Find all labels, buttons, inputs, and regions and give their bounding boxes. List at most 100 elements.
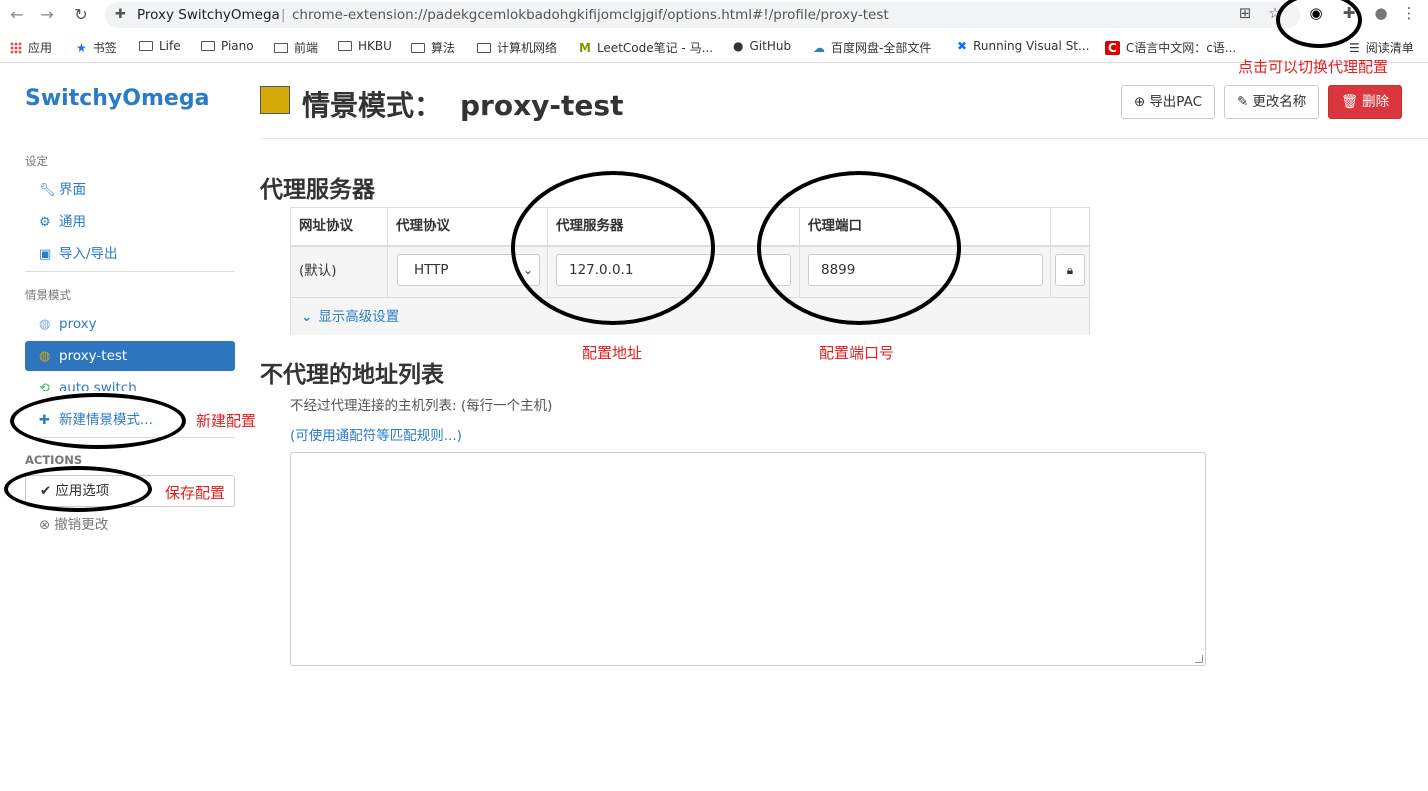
sidebar-item-auto-switch[interactable]: ⟲ auto switch: [25, 373, 235, 391]
bookmark-label: HKBU: [358, 39, 392, 53]
server-input[interactable]: 127.0.0.1: [556, 254, 791, 286]
floppy-icon: ▣: [39, 247, 52, 262]
header-divider: [260, 138, 1428, 139]
bookmark-item[interactable]: ★ 书签: [76, 39, 117, 56]
bookmark-item[interactable]: ✖ Running Visual St...: [957, 39, 1089, 53]
scheme-cell: (默认): [291, 245, 388, 297]
annotation-new-config: 新建配置: [196, 412, 257, 430]
show-advanced-link[interactable]: ⌄ 显示高级设置: [291, 297, 1089, 335]
translate-icon[interactable]: ⊞: [1234, 4, 1256, 22]
annotation-server-port: 配置端口号: [819, 344, 895, 362]
wildcard-rules-link[interactable]: (可使用通配符等匹配规则...): [290, 424, 462, 444]
bookmark-item[interactable]: C C语言中文网：c语...: [1105, 39, 1236, 56]
bookmark-item[interactable]: ☁ 百度网盘-全部文件: [813, 39, 931, 56]
reload-icon[interactable]: ↻: [71, 5, 91, 24]
star-icon[interactable]: ☆: [1264, 4, 1286, 22]
download-icon: ⊕: [1134, 94, 1146, 110]
column-header: 代理协议: [388, 208, 548, 245]
trash-icon: 🗑︎: [1341, 94, 1359, 110]
bookmark-label: 书签: [92, 41, 117, 55]
export-pac-button[interactable]: ⊕ 导出PAC: [1121, 85, 1216, 119]
bookmarks-divider: [0, 62, 1428, 63]
url-text: chrome-extension://padekgcemlokbadohgkif…: [292, 7, 889, 23]
sidebar-item-proxy-test[interactable]: ◍ proxy-test: [25, 341, 235, 371]
proxy-servers-title: 代理服务器: [260, 177, 375, 203]
baidu-pan-icon: ☁: [813, 41, 825, 55]
folder-icon: [477, 43, 491, 53]
delete-button[interactable]: 🗑︎ 删除: [1328, 85, 1403, 119]
delete-label: 删除: [1362, 94, 1390, 110]
bookmarks-bar: 应用 ★ 书签 Life Piano 前端 HKBU 算法 计算机网络 M Leet…: [0, 34, 1428, 60]
puzzle-icon: ✚: [115, 7, 126, 22]
brand-logo[interactable]: SwitchyOmega: [25, 86, 209, 111]
sidebar-item-ui[interactable]: 🔧︎ 界面: [25, 175, 235, 205]
bookmark-label: 应用: [28, 41, 53, 55]
sidebar-item-label: 通用: [59, 214, 86, 230]
rename-button[interactable]: ✎ 更改名称: [1224, 85, 1320, 119]
sidebar-item-proxy[interactable]: ◍ proxy: [25, 309, 235, 339]
address-bar[interactable]: ✚ Proxy SwitchyOmega | chrome-extension:…: [105, 2, 1300, 28]
folder-icon: [201, 41, 215, 51]
bookmark-item[interactable]: M LeetCode笔记 - 马...: [579, 39, 713, 56]
bookmark-folder[interactable]: 前端: [274, 39, 318, 56]
bookmark-folder[interactable]: 计算机网络: [477, 39, 557, 56]
reading-list[interactable]: ☰ 阅读清单: [1349, 39, 1414, 56]
switchyomega-icon[interactable]: ◉: [1305, 4, 1327, 22]
browser-toolbar: ← → ↻ ✚ Proxy SwitchyOmega | chrome-exte…: [0, 0, 1428, 30]
bookmark-label: 计算机网络: [497, 41, 558, 55]
profile-color-swatch[interactable]: [260, 86, 290, 114]
sidebar-divider: [25, 271, 235, 272]
apply-label: 应用选项: [55, 483, 110, 499]
protocol-select[interactable]: HTTP ⌄: [397, 254, 540, 286]
lock-button[interactable]: 🔒︎: [1055, 254, 1085, 286]
title-prefix: 情景模式：: [302, 89, 443, 122]
resize-handle[interactable]: [1195, 655, 1203, 663]
bookmark-item[interactable]: ● GitHub: [733, 39, 791, 53]
bypass-list-textarea[interactable]: [290, 452, 1206, 666]
folder-icon: [338, 41, 352, 51]
sidebar-item-label: auto switch: [59, 380, 137, 391]
page-title: 情景模式： proxy-test: [302, 84, 623, 124]
bookmark-folder[interactable]: 算法: [411, 39, 455, 56]
chevron-down-icon: ⌄: [301, 309, 313, 325]
vscode-icon: ✖: [957, 39, 968, 53]
bookmark-folder[interactable]: Piano: [201, 39, 254, 53]
url-separator: |: [281, 7, 286, 23]
forward-icon[interactable]: →: [37, 5, 57, 24]
bookmark-label: Piano: [221, 39, 254, 53]
bookmark-apps[interactable]: 应用: [10, 39, 52, 56]
back-icon[interactable]: ←: [7, 5, 27, 24]
bookmark-label: 百度网盘-全部文件: [831, 41, 932, 55]
sidebar-item-label: 界面: [59, 182, 86, 198]
sidebar-item-label: proxy-test: [59, 348, 128, 364]
leetcode-icon: M: [579, 41, 591, 55]
reading-list-icon: ☰: [1349, 41, 1360, 55]
annotation-server-addr: 配置地址: [582, 344, 643, 362]
sidebar-item-import-export[interactable]: ▣ 导入/导出: [25, 239, 235, 269]
wrench-icon: 🔧︎: [39, 183, 56, 198]
menu-icon[interactable]: ⋮: [1398, 4, 1420, 22]
extensions-icon[interactable]: ✚: [1338, 4, 1360, 22]
port-input[interactable]: 8899: [808, 254, 1043, 286]
discard-changes-button[interactable]: ⊗ 撤销更改: [39, 513, 108, 533]
profile-icon[interactable]: ●: [1370, 4, 1392, 22]
bookmark-label: C语言中文网：c语...: [1125, 41, 1237, 55]
bookmark-label: LeetCode笔记 - 马...: [596, 41, 714, 55]
sidebar-item-general[interactable]: ⚙ 通用: [25, 207, 235, 237]
bookmark-folder[interactable]: Life: [139, 39, 181, 53]
check-circle-icon: ✔: [40, 483, 52, 499]
settings-header: 设定: [25, 154, 48, 168]
chevron-down-icon: ⌄: [522, 263, 533, 277]
folder-icon: [411, 43, 425, 53]
globe-icon: ◍: [39, 317, 51, 332]
bookmark-label: Life: [159, 39, 181, 53]
annotation-save-config: 保存配置: [165, 484, 226, 502]
site-name: Proxy SwitchyOmega: [137, 7, 280, 23]
folder-icon: [274, 43, 288, 53]
bookmark-label: 阅读清单: [1365, 41, 1414, 55]
edit-icon: ✎: [1237, 94, 1249, 110]
profiles-header: 情景模式: [25, 288, 71, 302]
bookmark-folder[interactable]: HKBU: [338, 39, 392, 53]
gear-icon: ⚙: [39, 215, 51, 230]
new-profile-label: 新建情景模式...: [59, 412, 153, 428]
